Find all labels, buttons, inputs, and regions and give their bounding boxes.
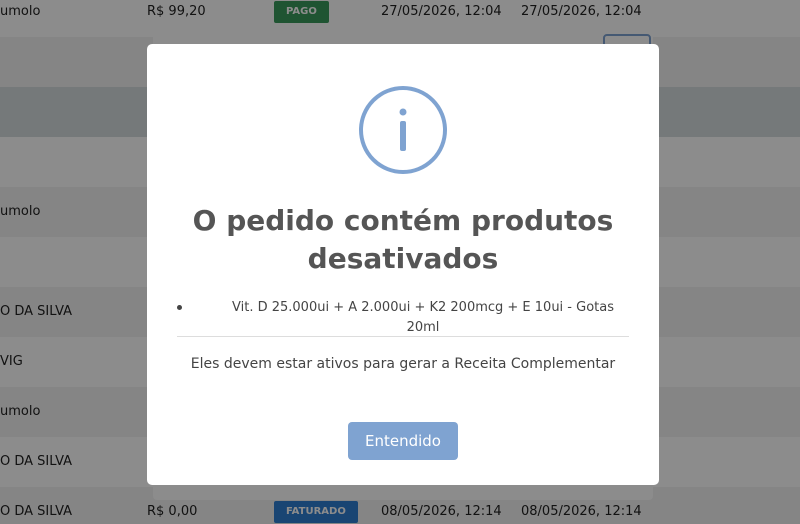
deactivated-products-dialog: O pedido contém produtos desativados Vit… — [147, 44, 659, 485]
product-name: Vit. D 25.000ui + A 2.000ui + K2 200mcg … — [232, 300, 614, 335]
divider — [177, 336, 629, 337]
list-item: Vit. D 25.000ui + A 2.000ui + K2 200mcg … — [177, 298, 629, 338]
info-icon — [359, 86, 447, 174]
confirm-button[interactable]: Entendido — [348, 422, 458, 460]
dialog-title: O pedido contém produtos desativados — [192, 204, 614, 275]
product-list: Vit. D 25.000ui + A 2.000ui + K2 200mcg … — [177, 298, 629, 338]
bullet-icon — [177, 305, 182, 310]
dialog-message: Eles devem estar ativos para gerar a Rec… — [190, 356, 616, 372]
